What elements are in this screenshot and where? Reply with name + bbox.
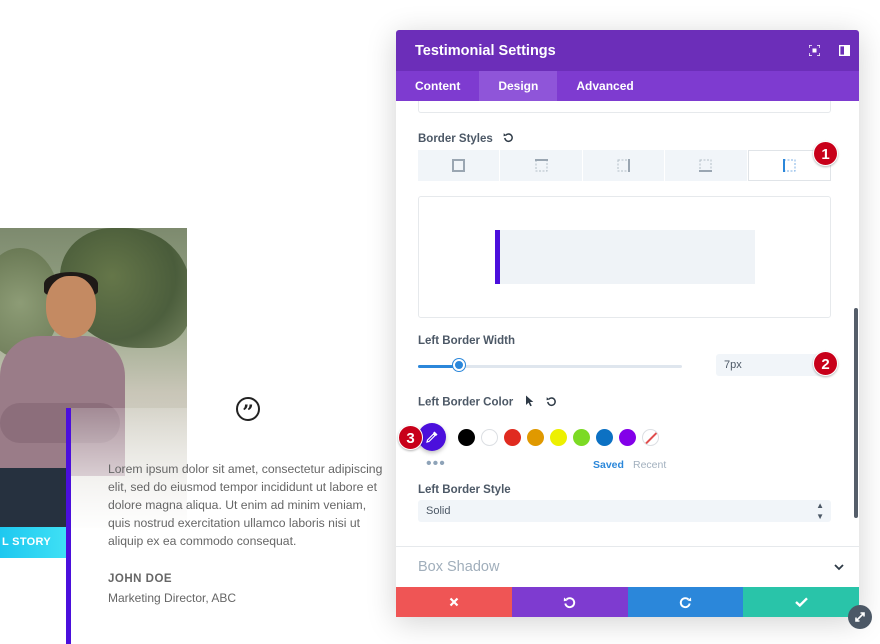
swatch-green[interactable] bbox=[573, 428, 590, 446]
reset-icon[interactable] bbox=[503, 132, 514, 146]
testimonial-author-name: JOHN DOE bbox=[108, 573, 173, 585]
tab-advanced[interactable]: Advanced bbox=[557, 71, 652, 101]
swatch-black[interactable] bbox=[458, 428, 475, 446]
focus-icon[interactable] bbox=[799, 30, 829, 71]
border-preview bbox=[418, 196, 831, 318]
box-shadow-label: Box Shadow bbox=[418, 559, 500, 575]
testimonial-body: Lorem ipsum dolor sit amet, consectetur … bbox=[108, 462, 383, 548]
tab-content[interactable]: Content bbox=[396, 71, 479, 101]
swatch-white[interactable] bbox=[481, 428, 498, 446]
annotation-badge-3: 3 bbox=[398, 425, 423, 450]
close-icon bbox=[449, 597, 459, 607]
left-border-style-select[interactable]: Solid ▲ ▼ bbox=[418, 500, 831, 522]
border-all-sides-option[interactable] bbox=[418, 150, 500, 181]
resize-handle-icon[interactable] bbox=[848, 605, 872, 629]
modal-title: Testimonial Settings bbox=[415, 42, 556, 59]
saved-colors-tab[interactable]: Saved bbox=[593, 459, 624, 471]
border-top-option[interactable] bbox=[500, 150, 582, 181]
undo-icon bbox=[563, 596, 576, 608]
check-icon bbox=[794, 597, 808, 607]
testimonial-left-border bbox=[66, 408, 71, 644]
border-right-option[interactable] bbox=[582, 150, 665, 181]
left-border-color-label: Left Border Color bbox=[418, 396, 514, 409]
no-color-swatch[interactable] bbox=[642, 428, 659, 446]
annotation-badge-2: 2 bbox=[813, 351, 838, 376]
modal-header: Testimonial Settings bbox=[396, 30, 859, 71]
slider-handle[interactable] bbox=[453, 359, 465, 371]
cursor-icon bbox=[525, 395, 534, 410]
story-button[interactable]: L STORY bbox=[0, 527, 66, 558]
recent-colors-tab[interactable]: Recent bbox=[633, 459, 666, 471]
left-border-color-label-row: Left Border Color bbox=[418, 395, 557, 410]
settings-tabs: Content Design Advanced bbox=[396, 71, 859, 101]
annotation-badge-1: 1 bbox=[813, 141, 838, 166]
testimonial-author-role: Marketing Director, ABC bbox=[108, 591, 237, 605]
border-styles-label-row: Border Styles bbox=[418, 132, 514, 146]
undo-button[interactable] bbox=[511, 587, 628, 617]
swatch-orange[interactable] bbox=[527, 428, 544, 446]
swatch-yellow[interactable] bbox=[550, 428, 567, 446]
previous-field-stub bbox=[418, 101, 831, 113]
slider-fill bbox=[418, 365, 458, 368]
swatch-purple[interactable] bbox=[619, 428, 636, 446]
border-styles-label: Border Styles bbox=[418, 133, 493, 146]
scrollbar[interactable] bbox=[854, 308, 858, 518]
color-swatches bbox=[418, 423, 665, 451]
settings-body: Border Styles Left Border Width 7px Left… bbox=[396, 101, 859, 546]
redo-icon bbox=[679, 596, 692, 608]
swatch-blue[interactable] bbox=[596, 428, 613, 446]
left-border-style-label: Left Border Style bbox=[418, 484, 511, 496]
testimonial-settings-modal: Testimonial Settings Content Design Adva… bbox=[396, 30, 859, 617]
more-colors-icon[interactable]: ••• bbox=[426, 456, 446, 472]
swatch-red[interactable] bbox=[504, 428, 521, 446]
chevron-down-icon[interactable] bbox=[819, 563, 859, 571]
box-shadow-section[interactable]: Box Shadow bbox=[396, 546, 859, 587]
sidebar-icon[interactable] bbox=[829, 30, 859, 71]
modal-footer bbox=[396, 587, 859, 617]
reset-icon[interactable] bbox=[546, 396, 557, 410]
left-border-width-label: Left Border Width bbox=[418, 335, 515, 347]
redo-button[interactable] bbox=[627, 587, 744, 617]
border-style-selector bbox=[418, 150, 832, 181]
tab-design[interactable]: Design bbox=[479, 71, 558, 101]
save-button[interactable] bbox=[743, 587, 859, 617]
discard-button[interactable] bbox=[396, 587, 512, 617]
left-border-style-value: Solid bbox=[426, 505, 451, 517]
border-bottom-option[interactable] bbox=[665, 150, 747, 181]
select-caret-icon: ▲ ▼ bbox=[816, 501, 824, 521]
quote-icon: ” bbox=[236, 397, 260, 424]
border-preview-sample bbox=[495, 230, 755, 284]
